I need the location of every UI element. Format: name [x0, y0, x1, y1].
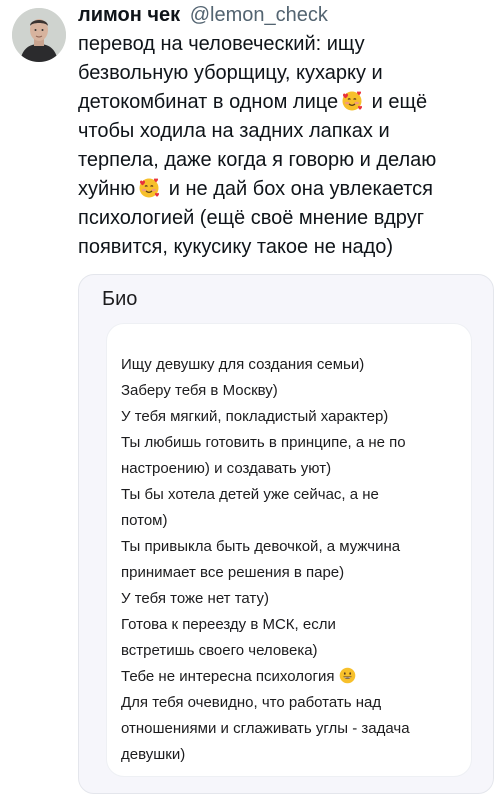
bio-line: У тебя тоже нет тату)	[121, 590, 269, 607]
bio-line: Ты любишь готовить в принципе, а не по	[121, 434, 406, 451]
bio-line: отношениями и сглаживать углы - задача	[121, 720, 410, 737]
tweet-text-segment: хуйню	[78, 178, 136, 200]
tweet-header: лимон чек @lemon_check	[78, 3, 328, 27]
bio-line: У тебя мягкий, покладистый характер)	[121, 408, 389, 425]
tweet-media-image[interactable]: Био Ищу девушку для создания семьи) Забе…	[78, 274, 494, 794]
bio-line: Для тебя очевидно, что работать над	[121, 694, 382, 711]
smiling-face-with-hearts-icon	[341, 90, 363, 112]
bio-line: Тебе не интересна психология	[121, 664, 461, 690]
bio-line: девушки)	[121, 746, 186, 763]
tweet-text-segment: детокомбинат в одном лице	[78, 91, 339, 113]
bio-box: Ищу девушку для создания семьи) Заберу т…	[106, 323, 472, 777]
author-display-name[interactable]: лимон чек	[78, 4, 180, 26]
tweet-text-line: терпела, даже когда я говорю и делаю	[78, 149, 437, 171]
tweet-text-segment: и ещё	[366, 91, 428, 113]
bio-line: Ищу девушку для создания семьи)	[121, 356, 365, 373]
smiling-face-with-hearts-icon	[138, 177, 160, 199]
tweet-text-line: детокомбинат в одном лице и ещё	[78, 88, 488, 117]
bio-line: Ты бы хотела детей уже сейчас, а не	[121, 486, 379, 503]
bio-line: встретишь своего человека)	[121, 642, 318, 659]
author-handle[interactable]: @lemon_check	[190, 4, 328, 26]
tweet-text-segment: и не дай бох она увлекается	[163, 178, 434, 200]
tweet-text-line: психологией (ещё своё мнение вдруг	[78, 207, 424, 229]
bio-title: Био	[102, 288, 138, 310]
bio-line: Заберу тебя в Москву)	[121, 382, 278, 399]
avatar[interactable]	[12, 8, 66, 62]
tweet-text-line: перевод на человеческий: ищу	[78, 33, 365, 55]
bio-line: принимает все решения в паре)	[121, 564, 345, 581]
tweet-text: перевод на человеческий: ищу безвольную …	[78, 30, 488, 262]
bio-line-text: Тебе не интересна психология	[121, 668, 335, 685]
tweet-text-line: чтобы ходила на задних лапках и	[78, 120, 390, 142]
bio-line: потом)	[121, 512, 168, 529]
bio-line: настроению) и создавать уют)	[121, 460, 332, 477]
bio-line: Ты привыкла быть девочкой, а мужчина	[121, 538, 401, 555]
tweet-text-line: появится, кукусику такое не надо)	[78, 236, 394, 258]
tweet-text-line: хуйню и не дай бох она увлекается	[78, 175, 488, 204]
bio-line: Готова к переезду в МСК, если	[121, 616, 336, 633]
grinning-face-icon	[339, 667, 356, 684]
bio-text: Ищу девушку для создания семьи) Заберу т…	[121, 352, 461, 768]
tweet-text-line: безвольную уборщицу, кухарку и	[78, 62, 383, 84]
